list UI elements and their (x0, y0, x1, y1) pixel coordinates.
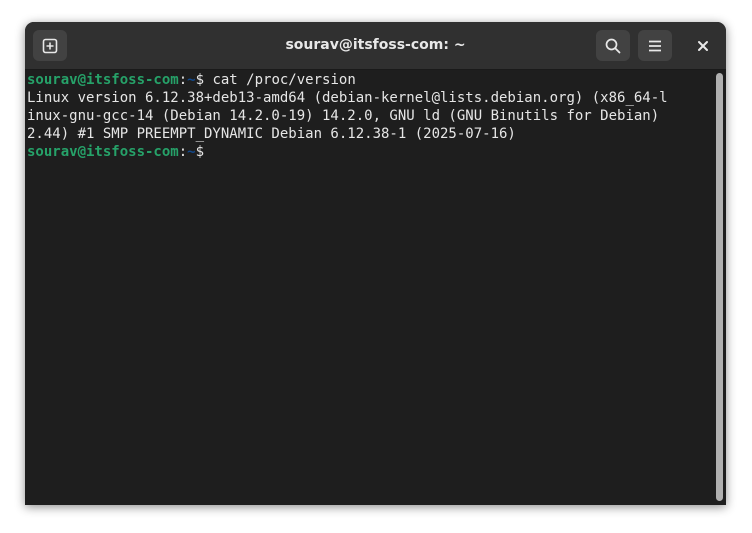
title-bar: sourav@itsfoss-com: ~ (25, 22, 726, 70)
prompt-user: sourav@itsfoss-com (27, 72, 179, 88)
terminal-output-area[interactable]: sourav@itsfoss-com:~$ cat /proc/version … (27, 71, 715, 501)
new-tab-button[interactable] (33, 30, 67, 61)
terminal-window: sourav@itsfoss-com: ~ sourav@itsfoss-com… (25, 22, 726, 505)
close-icon (697, 40, 709, 52)
new-tab-icon (42, 38, 58, 54)
output-line: Linux version 6.12.38+deb13-amd64 (debia… (27, 90, 668, 106)
output-line: inux-gnu-gcc-14 (Debian 14.2.0-19) 14.2.… (27, 108, 660, 124)
prompt-path: ~ (187, 72, 196, 88)
scrollbar-thumb[interactable] (716, 73, 723, 501)
prompt-separator: : (178, 72, 188, 88)
prompt-path: ~ (187, 144, 196, 160)
search-button[interactable] (596, 30, 630, 61)
output-line: 2.44) #1 SMP PREEMPT_DYNAMIC Debian 6.12… (27, 126, 516, 142)
command-text: cat /proc/version (212, 72, 356, 88)
main-menu-button[interactable] (638, 30, 672, 61)
close-button[interactable] (686, 30, 720, 61)
search-icon (605, 38, 621, 54)
prompt-user: sourav@itsfoss-com (27, 144, 179, 160)
scrollbar-track[interactable] (713, 70, 726, 505)
prompt-symbol: $ (195, 72, 213, 88)
command-line: sourav@itsfoss-com:~$ cat /proc/version (27, 71, 715, 89)
current-prompt-line: sourav@itsfoss-com:~$ (27, 143, 715, 161)
prompt-separator: : (178, 144, 188, 160)
prompt-symbol: $ (195, 144, 205, 160)
hamburger-menu-icon (647, 38, 663, 54)
